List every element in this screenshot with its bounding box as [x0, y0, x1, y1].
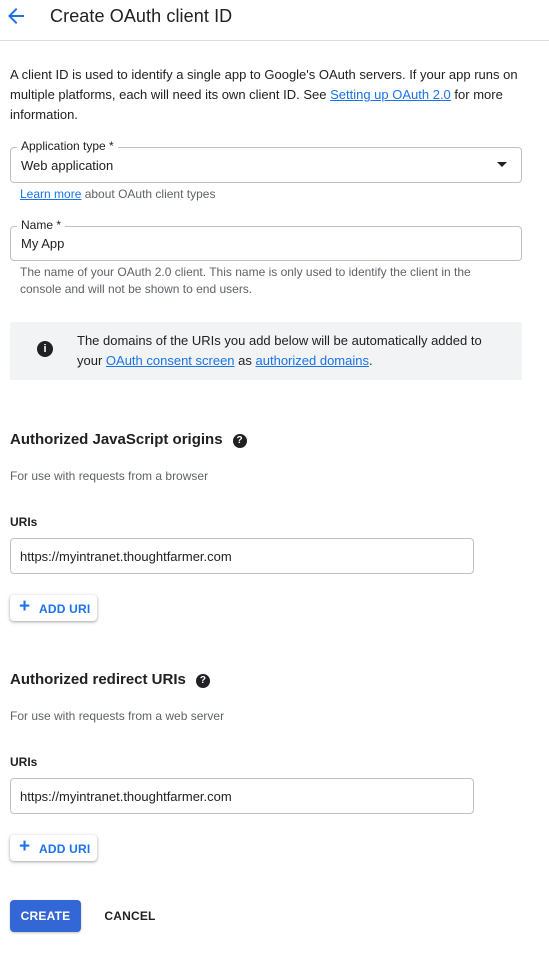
application-type-value: Web application	[21, 158, 114, 173]
redirect-uris-subtitle: For use with requests from a web server	[10, 709, 225, 723]
oauth-consent-screen-link[interactable]: OAuth consent screen	[106, 353, 235, 368]
page-header: Create OAuth client ID	[0, 0, 549, 41]
info-icon: i	[37, 341, 53, 357]
help-icon[interactable]: ?	[232, 434, 247, 448]
name-hint: The name of your OAuth 2.0 client. This …	[20, 265, 471, 296]
notice-text-middle: as	[234, 353, 256, 368]
plus-icon: +	[19, 836, 31, 857]
help-icon[interactable]: ?	[195, 674, 210, 688]
notice-text: The domains of the URIs you add below wi…	[77, 331, 507, 371]
js-origins-uris-label: URIs	[10, 515, 38, 529]
plus-icon: +	[19, 596, 31, 617]
add-uri-label: ADD URI	[39, 602, 91, 616]
learn-more-link[interactable]: Learn more	[20, 187, 81, 201]
name-field[interactable]: Name * My App	[10, 218, 522, 261]
cancel-button[interactable]: CANCEL	[96, 900, 164, 932]
add-redirect-uri-button[interactable]: + ADD URI	[10, 835, 97, 861]
application-type-label: Application type *	[17, 139, 118, 153]
redirect-uris-label: URIs	[10, 755, 38, 769]
application-type-select[interactable]: Application type * Web application	[10, 139, 522, 183]
intro-text: A client ID is used to identify a single…	[10, 65, 530, 125]
add-js-origin-uri-button[interactable]: + ADD URI	[10, 595, 97, 621]
js-origins-subtitle: For use with requests from a browser	[10, 469, 209, 483]
page-title: Create OAuth client ID	[50, 6, 233, 26]
js-origin-uri-input[interactable]	[10, 538, 474, 574]
name-value[interactable]: My App	[21, 236, 64, 251]
js-origins-section-title: Authorized JavaScript origins?	[10, 431, 247, 448]
setting-up-oauth-link[interactable]: Setting up OAuth 2.0	[330, 87, 451, 102]
add-uri-label: ADD URI	[39, 842, 91, 856]
dropdown-arrow-icon	[497, 162, 507, 167]
name-label: Name *	[17, 218, 66, 232]
redirect-uris-section-title: Authorized redirect URIs?	[10, 671, 210, 688]
arrow-back-icon[interactable]	[4, 4, 28, 28]
create-button[interactable]: CREATE	[10, 900, 81, 932]
js-origins-title: Authorized JavaScript origins	[10, 431, 223, 448]
notice-text-after: .	[368, 353, 373, 368]
redirect-uri-input[interactable]	[10, 778, 474, 814]
redirect-uris-title: Authorized redirect URIs	[10, 671, 186, 688]
domains-notice: i The domains of the URIs you add below …	[10, 322, 522, 380]
application-type-hint-text: about OAuth client types	[81, 187, 216, 201]
application-type-hint: Learn more about OAuth client types	[20, 186, 500, 203]
authorized-domains-link[interactable]: authorized domains	[256, 353, 369, 368]
